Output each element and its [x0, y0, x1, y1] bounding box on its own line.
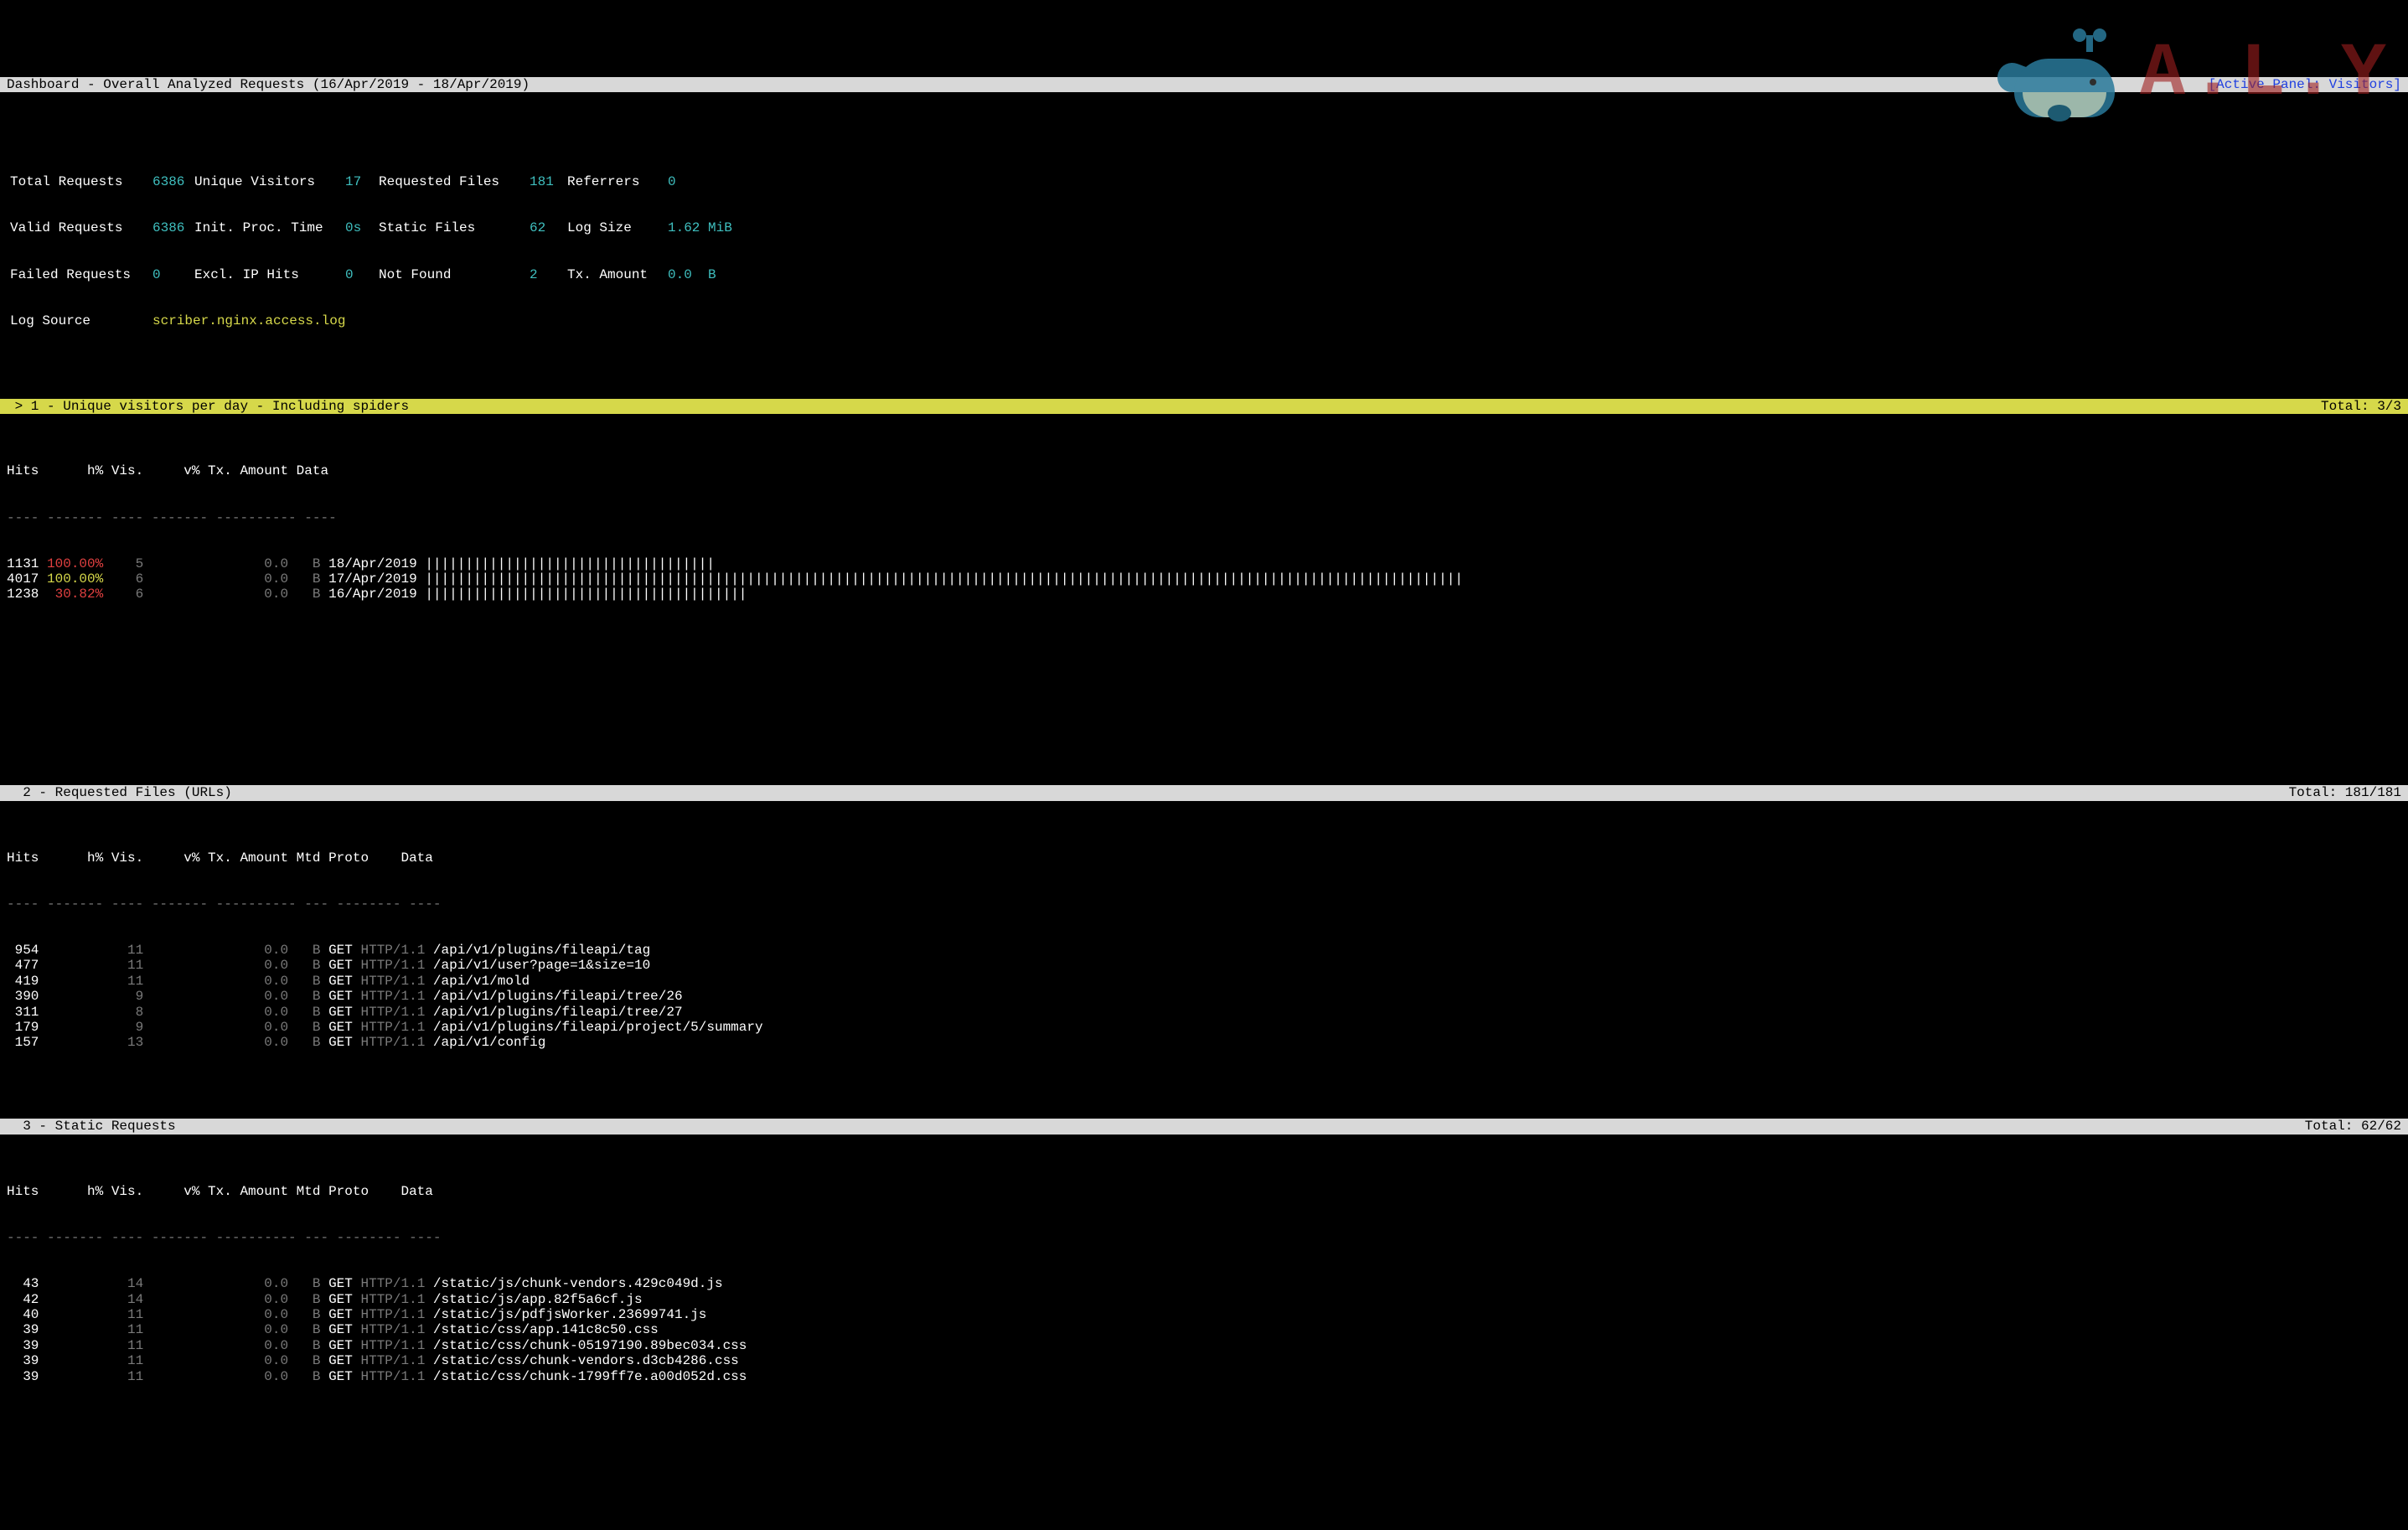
- panel-static-header[interactable]: 3 - Static Requests Total: 62/62: [0, 1119, 2408, 1134]
- panel-title: > 1 - Unique visitors per day - Includin…: [7, 399, 409, 414]
- table-divider: ---- ------- ---- ------- ---------- ---…: [0, 510, 2408, 525]
- table-row[interactable]: 954 11 0.0 B GET HTTP/1.1 /api/v1/plugin…: [0, 943, 2408, 958]
- summary-row-1: Total Requests6386 Unique Visitors17 Req…: [10, 174, 2398, 189]
- table-row[interactable]: 1131 100.00% 5 0.0 B 18/Apr/2019 |||||||…: [0, 556, 2408, 571]
- table-row[interactable]: 179 9 0.0 B GET HTTP/1.1 /api/v1/plugins…: [0, 1020, 2408, 1035]
- summary-label: Total Requests: [10, 174, 152, 189]
- table-row[interactable]: 311 8 0.0 B GET HTTP/1.1 /api/v1/plugins…: [0, 1005, 2408, 1020]
- table-row[interactable]: 477 11 0.0 B GET HTTP/1.1 /api/v1/user?p…: [0, 958, 2408, 973]
- summary-label: Log Size: [567, 220, 668, 235]
- watermark-text: A.L.Y: [2140, 32, 2391, 119]
- summary-value: 6386: [152, 174, 194, 189]
- panel-total: Total: 181/181: [2289, 785, 2401, 800]
- dashboard-header-bar: Dashboard - Overall Analyzed Requests (1…: [0, 77, 2408, 92]
- whale-icon: [1997, 25, 2132, 126]
- table-row[interactable]: 4017 100.00% 6 0.0 B 17/Apr/2019 |||||||…: [0, 571, 2408, 587]
- active-panel-label: [Active Panel: Visitors]: [2209, 77, 2401, 92]
- summary-label: Log Source: [10, 313, 152, 328]
- table-row[interactable]: 39 11 0.0 B GET HTTP/1.1 /static/css/chu…: [0, 1338, 2408, 1353]
- panel-requests-header[interactable]: 2 - Requested Files (URLs) Total: 181/18…: [0, 785, 2408, 800]
- table-row[interactable]: 42 14 0.0 B GET HTTP/1.1 /static/js/app.…: [0, 1292, 2408, 1307]
- table-row[interactable]: 40 11 0.0 B GET HTTP/1.1 /static/js/pdfj…: [0, 1307, 2408, 1322]
- summary-label: Static Files: [379, 220, 530, 235]
- summary-value: 0: [345, 267, 379, 282]
- table-divider: ---- ------- ---- ------- ---------- ---…: [0, 897, 2408, 912]
- table-row[interactable]: 1238 30.82% 6 0.0 B 16/Apr/2019 ||||||||…: [0, 587, 2408, 602]
- summary-label: Valid Requests: [10, 220, 152, 235]
- table-row[interactable]: 390 9 0.0 B GET HTTP/1.1 /api/v1/plugins…: [0, 989, 2408, 1004]
- table-divider: ---- ------- ---- ------- ---------- ---…: [0, 1230, 2408, 1245]
- summary-row-3: Failed Requests0 Excl. IP Hits0 Not Foun…: [10, 267, 2398, 282]
- summary-value: 1.62 MiB: [668, 220, 732, 235]
- table-head: Hits h% Vis. v% Tx. Amount Mtd Proto Dat…: [0, 1184, 2408, 1199]
- table-head: Hits h% Vis. v% Tx. Amount Data: [0, 463, 2408, 478]
- summary-value: 0s: [345, 220, 379, 235]
- panel-requests-content: Hits h% Vis. v% Tx. Amount Mtd Proto Dat…: [0, 816, 2408, 1073]
- summary-label: Failed Requests: [10, 267, 152, 282]
- watermark: A.L.Y: [1997, 25, 2391, 126]
- summary-value: 0.0 B: [668, 267, 716, 282]
- table-row[interactable]: 39 11 0.0 B GET HTTP/1.1 /static/css/chu…: [0, 1369, 2408, 1384]
- log-source-value: scriber.nginx.access.log: [152, 313, 345, 328]
- summary-label: Excl. IP Hits: [194, 267, 345, 282]
- summary-label: Tx. Amount: [567, 267, 668, 282]
- summary-label: Requested Files: [379, 174, 530, 189]
- summary-label: Not Found: [379, 267, 530, 282]
- panel-visitors-content: Hits h% Vis. v% Tx. Amount Data ---- ---…: [0, 430, 2408, 739]
- summary-value: 62: [530, 220, 567, 235]
- summary-label: Referrers: [567, 174, 668, 189]
- summary-value: 17: [345, 174, 379, 189]
- table-row[interactable]: 157 13 0.0 B GET HTTP/1.1 /api/v1/config: [0, 1035, 2408, 1050]
- table-row[interactable]: 419 11 0.0 B GET HTTP/1.1 /api/v1/mold: [0, 974, 2408, 989]
- summary-row-4: Log Sourcescriber.nginx.access.log: [10, 313, 2398, 328]
- summary-label: Init. Proc. Time: [194, 220, 345, 235]
- summary-row-2: Valid Requests6386 Init. Proc. Time0s St…: [10, 220, 2398, 235]
- panel-total: Total: 3/3: [2321, 399, 2401, 414]
- summary-value: 2: [530, 267, 567, 282]
- summary-value: 0: [152, 267, 194, 282]
- table-head: Hits h% Vis. v% Tx. Amount Mtd Proto Dat…: [0, 850, 2408, 866]
- summary-value: 0: [668, 174, 676, 189]
- panel-title: 3 - Static Requests: [7, 1119, 176, 1134]
- table-row[interactable]: 39 11 0.0 B GET HTTP/1.1 /static/css/app…: [0, 1322, 2408, 1337]
- panel-title: 2 - Requested Files (URLs): [7, 785, 232, 800]
- table-row[interactable]: 43 14 0.0 B GET HTTP/1.1 /static/js/chun…: [0, 1276, 2408, 1291]
- dashboard-title: Dashboard - Overall Analyzed Requests (1…: [7, 77, 530, 92]
- panel-static-content: Hits h% Vis. v% Tx. Amount Mtd Proto Dat…: [0, 1150, 2408, 1406]
- summary-block: Total Requests6386 Unique Visitors17 Req…: [0, 139, 2408, 353]
- table-row[interactable]: 39 11 0.0 B GET HTTP/1.1 /static/css/chu…: [0, 1353, 2408, 1368]
- summary-value: 181: [530, 174, 567, 189]
- summary-label: Unique Visitors: [194, 174, 345, 189]
- summary-value: 6386: [152, 220, 194, 235]
- panel-total: Total: 62/62: [2305, 1119, 2401, 1134]
- panel-visitors-header[interactable]: > 1 - Unique visitors per day - Includin…: [0, 399, 2408, 414]
